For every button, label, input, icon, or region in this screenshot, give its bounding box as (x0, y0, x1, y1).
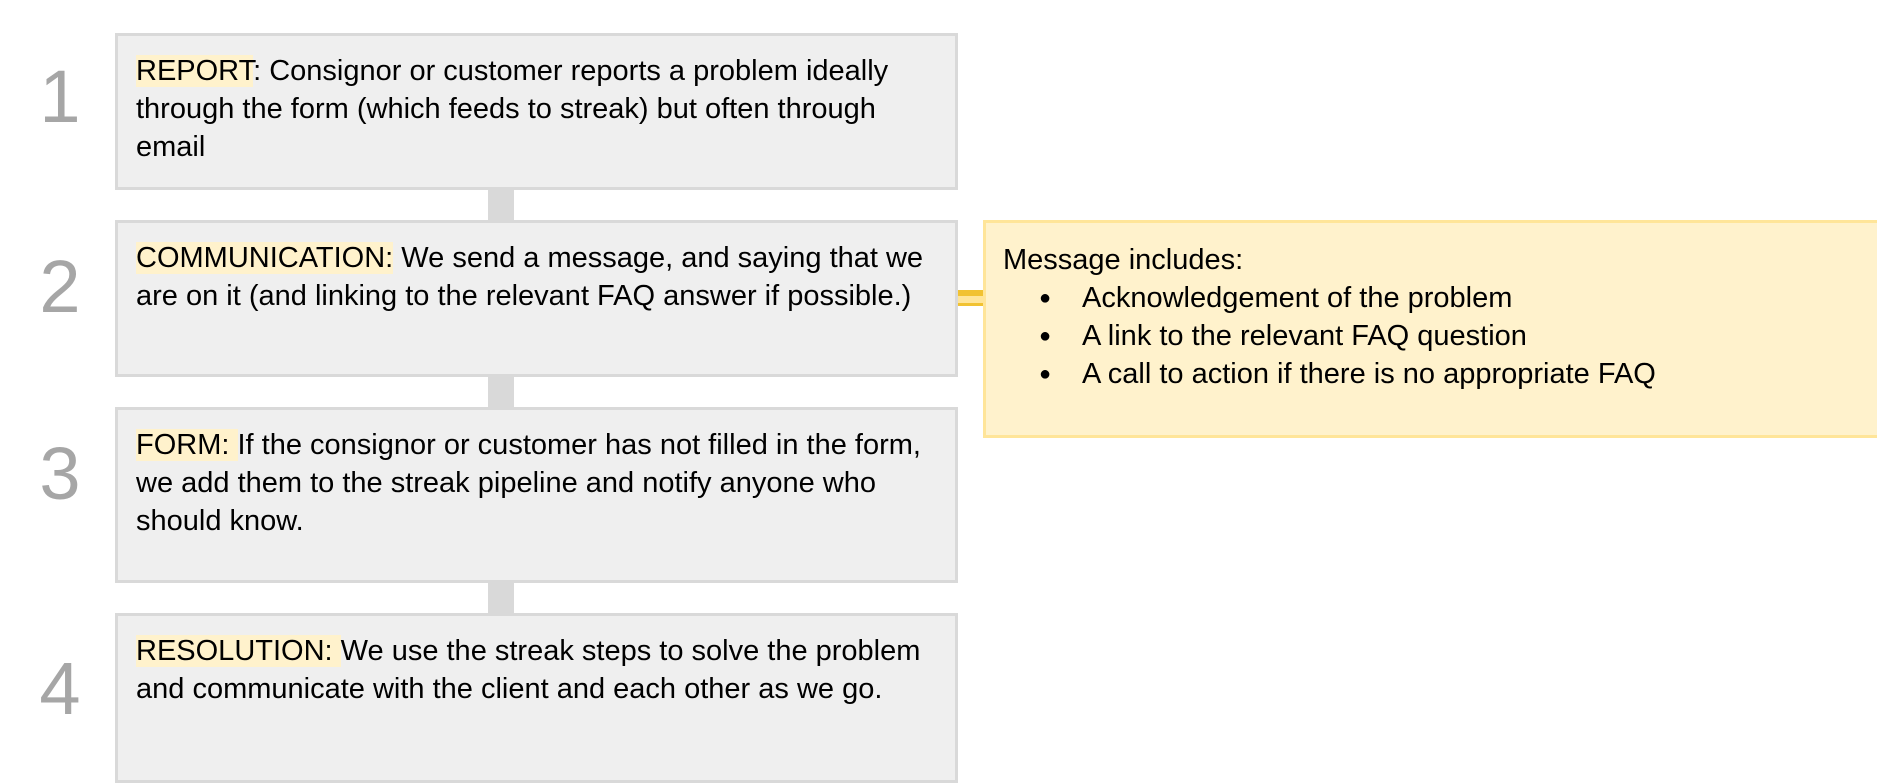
step-keyword-report: REPORT (136, 55, 254, 87)
callout-heading: Message includes: (1003, 244, 1244, 276)
step-number-4: 4 (39, 647, 81, 730)
callout-connector-inner (958, 296, 983, 303)
bullet-icon: ● (1039, 287, 1052, 309)
callout-list-item: ● A call to action if there is no approp… (1003, 355, 1877, 393)
message-callout: Message includes: ● Acknowledgement of t… (983, 220, 1877, 438)
callout-list-item: ● Acknowledgement of the problem (1003, 279, 1877, 317)
step-box-report: REPORT: Consignor or customer reports a … (115, 33, 958, 190)
step-box-resolution: RESOLUTION: We use the streak steps to s… (115, 613, 958, 783)
step-text-form: If the consignor or customer has not fil… (136, 429, 921, 537)
callout-item-text: A link to the relevant FAQ question (1082, 320, 1527, 352)
step-keyword-resolution: RESOLUTION: (136, 635, 341, 667)
step-keyword-communication: COMMUNICATION: (136, 242, 394, 274)
callout-list-item: ● A link to the relevant FAQ question (1003, 317, 1877, 355)
bullet-icon: ● (1039, 325, 1052, 347)
step-number-3: 3 (39, 432, 81, 515)
connector-1-2 (488, 190, 514, 223)
callout-item-text: A call to action if there is no appropri… (1082, 358, 1656, 390)
bullet-icon: ● (1039, 363, 1052, 385)
step-box-form: FORM: If the consignor or customer has n… (115, 407, 958, 583)
callout-item-text: Acknowledgement of the problem (1082, 282, 1513, 314)
step-keyword-form: FORM: (136, 429, 238, 461)
callout-connector (958, 290, 983, 306)
step-number-2: 2 (39, 245, 81, 328)
connector-2-3 (488, 377, 514, 410)
step-box-communication: COMMUNICATION: We send a message, and sa… (115, 220, 958, 377)
callout-list: ● Acknowledgement of the problem ● A lin… (1003, 279, 1877, 393)
connector-3-4 (488, 583, 514, 616)
step-number-1: 1 (39, 55, 81, 138)
